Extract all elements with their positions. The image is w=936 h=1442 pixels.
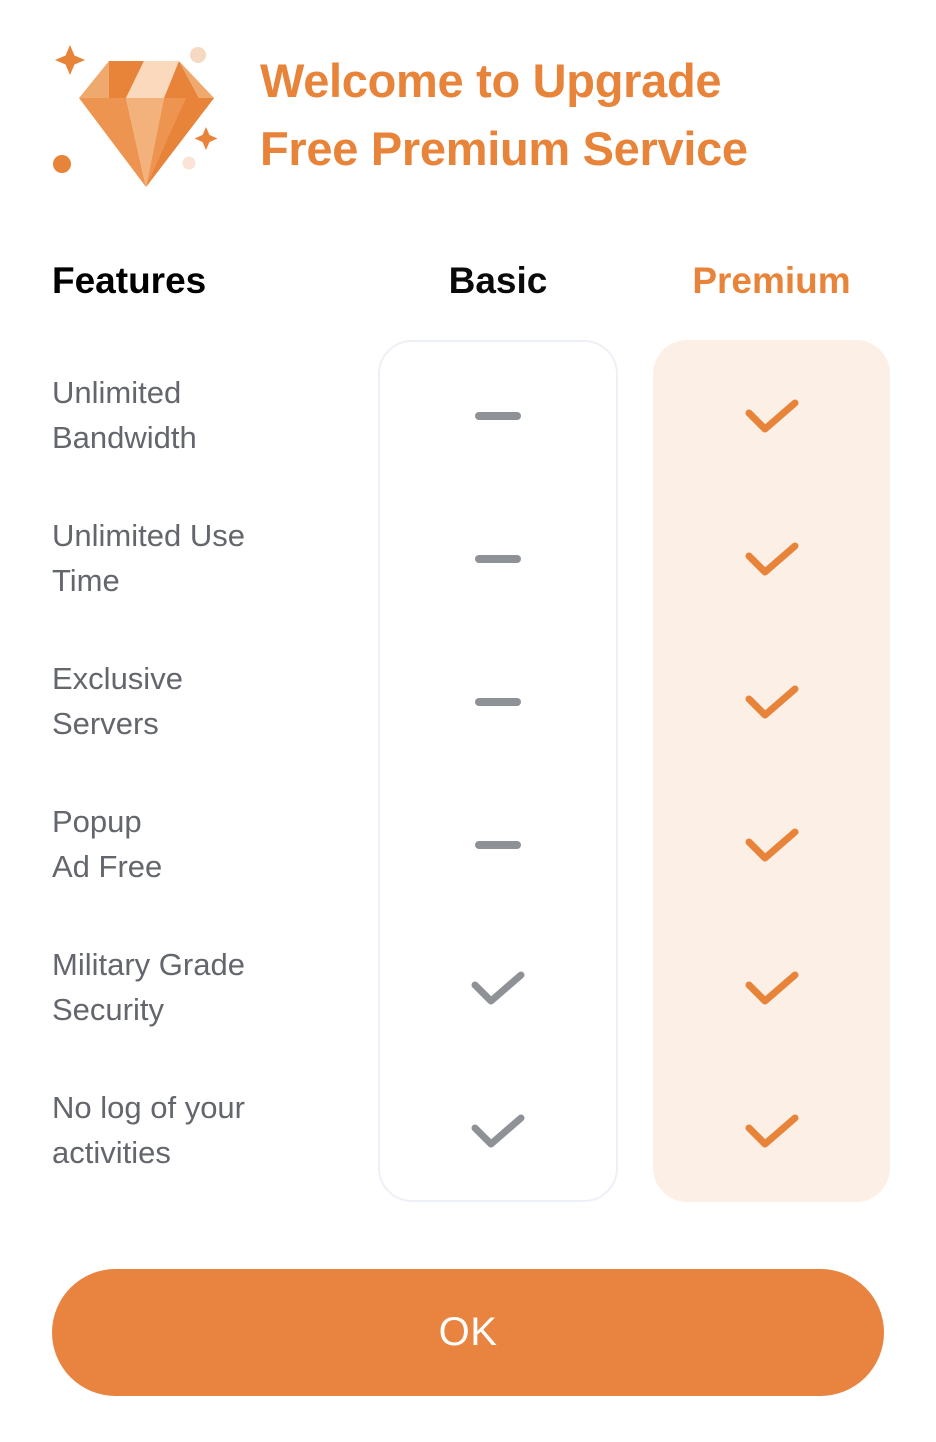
premium-cell (653, 630, 890, 773)
check-icon (471, 971, 525, 1005)
table-row: No log of your activities (0, 1059, 936, 1202)
check-icon (745, 828, 799, 862)
check-icon (745, 1114, 799, 1148)
premium-cell (653, 773, 890, 916)
premium-cell (653, 487, 890, 630)
column-header-premium: Premium (692, 260, 851, 301)
basic-cell (378, 916, 618, 1059)
dash-icon (475, 411, 521, 420)
premium-cell (653, 916, 890, 1059)
basic-cell (378, 487, 618, 630)
table-row: Unlimited Bandwidth (0, 344, 936, 487)
feature-label: Exclusive Servers (52, 661, 183, 741)
check-icon (745, 399, 799, 433)
check-icon (745, 971, 799, 1005)
check-icon (745, 685, 799, 719)
basic-cell (378, 344, 618, 487)
table-row: Exclusive Servers (0, 630, 936, 773)
dash-icon (475, 554, 521, 563)
table-row: Popup Ad Free (0, 773, 936, 916)
premium-cell (653, 1059, 890, 1202)
basic-cell (378, 773, 618, 916)
table-row: Unlimited Use Time (0, 487, 936, 630)
feature-label: Military Grade Security (52, 947, 245, 1027)
dash-icon (475, 840, 521, 849)
dash-icon (475, 697, 521, 706)
page-title: Welcome to Upgrade Free Premium Service (260, 53, 748, 175)
feature-label: Unlimited Use Time (52, 518, 245, 598)
ok-button[interactable]: OK (52, 1269, 884, 1396)
diamond-gem-icon (46, 35, 246, 195)
column-header-basic: Basic (448, 260, 548, 301)
premium-cell (653, 344, 890, 487)
table-row: Military Grade Security (0, 916, 936, 1059)
basic-cell (378, 1059, 618, 1202)
feature-label: Unlimited Bandwidth (52, 375, 197, 455)
feature-comparison-table: Unlimited Bandwidth Unlimited Use Time E… (0, 344, 936, 1202)
basic-cell (378, 630, 618, 773)
feature-label: Popup Ad Free (52, 804, 163, 884)
check-icon (471, 1114, 525, 1148)
column-header-features: Features (52, 260, 207, 301)
check-icon (745, 542, 799, 576)
dialog-header: Welcome to Upgrade Free Premium Service (0, 0, 936, 230)
feature-label: No log of your activities (52, 1090, 245, 1170)
